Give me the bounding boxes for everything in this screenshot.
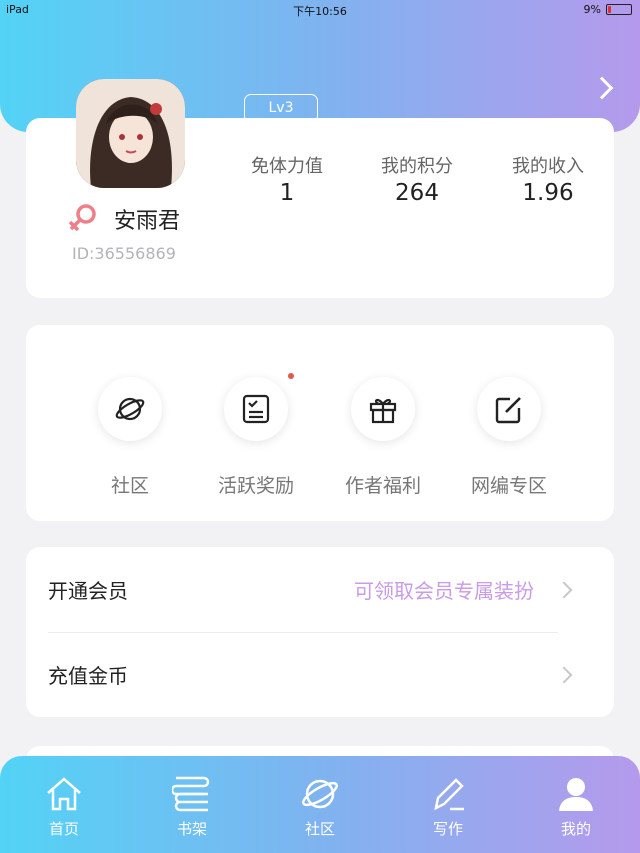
quick-action-editor-zone[interactable]: 网编专区 xyxy=(459,377,559,498)
bookshelf-icon xyxy=(172,776,210,812)
stat-label: 免体力值 xyxy=(251,156,323,177)
status-time: 下午10:56 xyxy=(293,5,347,18)
tab-write[interactable]: 写作 xyxy=(398,772,498,839)
chevron-right-icon xyxy=(555,666,573,684)
quick-action-label: 社区 xyxy=(110,475,149,497)
checklist-icon xyxy=(242,394,270,424)
female-icon xyxy=(66,202,100,238)
stat-label: 我的积分 xyxy=(381,156,453,177)
stat-value: 264 xyxy=(395,180,439,206)
stat-value: 1.96 xyxy=(522,180,574,206)
quick-action-rewards[interactable]: 活跃奖励 xyxy=(206,377,306,498)
menu-item-recharge[interactable]: 充值金币 xyxy=(26,632,614,717)
quick-action-label: 网编专区 xyxy=(470,475,547,497)
user-id: ID:36556869 xyxy=(72,244,176,263)
notification-dot xyxy=(288,373,294,379)
quick-action-community[interactable]: 社区 xyxy=(80,377,180,498)
username: 安雨君 xyxy=(114,209,181,234)
quick-action-label: 作者福利 xyxy=(344,475,421,497)
menu-item-membership[interactable]: 开通会员 可领取会员专属装扮 xyxy=(26,547,614,632)
planet-icon xyxy=(115,397,145,421)
tab-home[interactable]: 首页 xyxy=(14,772,114,839)
pen-icon xyxy=(434,778,464,811)
avatar[interactable] xyxy=(76,79,185,188)
menu-item-hint: 可领取会员专属装扮 xyxy=(354,579,534,603)
tab-community[interactable]: 社区 xyxy=(270,772,370,839)
tab-label: 社区 xyxy=(304,820,335,838)
tab-label: 写作 xyxy=(432,820,463,838)
edit-icon xyxy=(495,397,521,424)
chevron-right-icon xyxy=(555,581,573,599)
status-bar: iPad 下午10:56 9% xyxy=(0,0,640,20)
stat-stamina[interactable]: 免体力值 1 xyxy=(222,152,352,206)
battery-icon xyxy=(606,4,632,15)
tab-label: 书架 xyxy=(176,820,207,838)
user-icon xyxy=(559,778,593,811)
planet-icon xyxy=(302,779,338,809)
tab-bookshelf[interactable]: 书架 xyxy=(142,772,242,839)
battery-percent: 9% xyxy=(583,3,601,16)
stat-value: 1 xyxy=(279,180,295,206)
menu-item-title: 开通会员 xyxy=(48,579,128,603)
menu-card: 开通会员 可领取会员专属装扮 充值金币 xyxy=(26,547,614,717)
quick-action-author-benefits[interactable]: 作者福利 xyxy=(333,377,433,498)
stat-income[interactable]: 我的收入 1.96 xyxy=(483,152,613,206)
tab-label: 我的 xyxy=(560,820,591,838)
quick-action-label: 活跃奖励 xyxy=(217,475,294,497)
home-icon xyxy=(47,777,81,811)
gift-icon xyxy=(369,398,397,424)
tab-label: 首页 xyxy=(48,820,79,838)
tab-me[interactable]: 我的 xyxy=(526,772,626,839)
stat-points[interactable]: 我的积分 264 xyxy=(352,152,482,206)
menu-item-title: 充值金币 xyxy=(48,664,128,688)
level-badge: Lv3 xyxy=(244,94,318,123)
stat-label: 我的收入 xyxy=(512,156,584,177)
